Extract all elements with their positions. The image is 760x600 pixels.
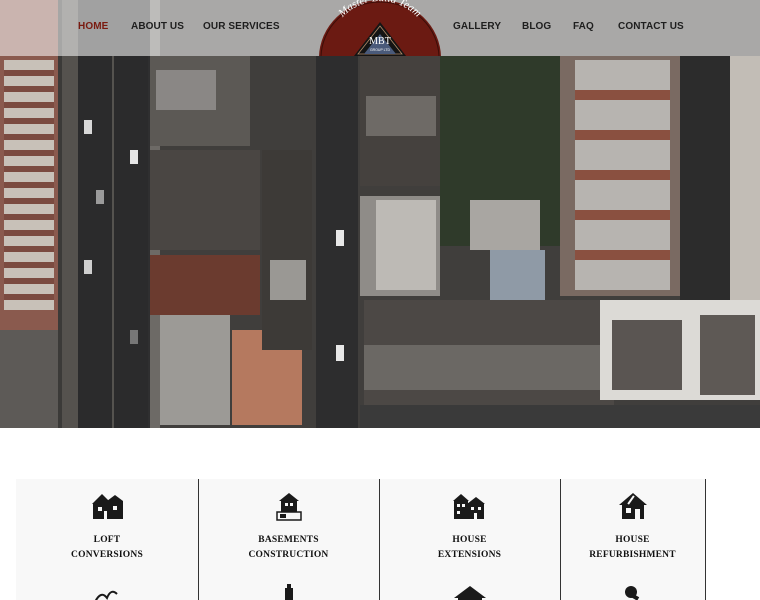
nav-home-link[interactable]: HOME <box>78 21 108 32</box>
tools-icon <box>94 590 118 600</box>
service-title-line1: HOUSE <box>615 535 650 545</box>
refurbish-house-icon <box>618 493 647 519</box>
roof-icon <box>453 586 486 600</box>
nav-faq-link[interactable]: FAQ <box>573 21 594 32</box>
nav-contact-link[interactable]: CONTACT US <box>618 21 684 32</box>
nav-about-link[interactable]: ABOUT US <box>131 21 184 32</box>
service-title-line1: BASEMENTS <box>258 535 319 545</box>
services-grid: LOFT CONVERSIONS BASEMENTS CONSTRUCTION <box>16 479 706 600</box>
house-icon <box>92 494 123 519</box>
extension-house-icon <box>452 494 485 519</box>
service-basements-construction[interactable]: BASEMENTS CONSTRUCTION <box>198 479 379 600</box>
service-title-line1: LOFT <box>93 535 121 545</box>
divider <box>705 479 706 600</box>
service-loft-conversions[interactable]: LOFT CONVERSIONS <box>16 479 198 600</box>
bottle-icon <box>284 584 293 600</box>
nav-blog-link[interactable]: BLOG <box>522 21 551 32</box>
basement-house-icon <box>275 493 302 521</box>
service-title-line2: REFURBISHMENT <box>589 550 676 560</box>
service-title-line1: HOUSE <box>452 535 487 545</box>
service-title-line2: CONSTRUCTION <box>248 550 329 560</box>
nav-gallery-link[interactable]: GALLERY <box>453 21 501 32</box>
logo-subtext: GROUP LTD <box>370 48 391 52</box>
hero-aerial-image <box>0 0 760 428</box>
logo-emblem: Master Build Team MBT GROUP LTD <box>319 0 441 56</box>
service-title-line2: EXTENSIONS <box>437 550 502 560</box>
logo[interactable]: Master Build Team MBT GROUP LTD <box>319 0 441 56</box>
nav-services-link[interactable]: OUR SERVICES <box>203 21 280 32</box>
logo-initials: MBT <box>369 36 391 47</box>
service-house-refurbishment[interactable]: HOUSE REFURBISHMENT <box>560 479 705 600</box>
wrench-icon <box>624 586 639 600</box>
service-house-extensions[interactable]: HOUSE EXTENSIONS <box>379 479 560 600</box>
service-title-line2: CONVERSIONS <box>71 550 143 560</box>
